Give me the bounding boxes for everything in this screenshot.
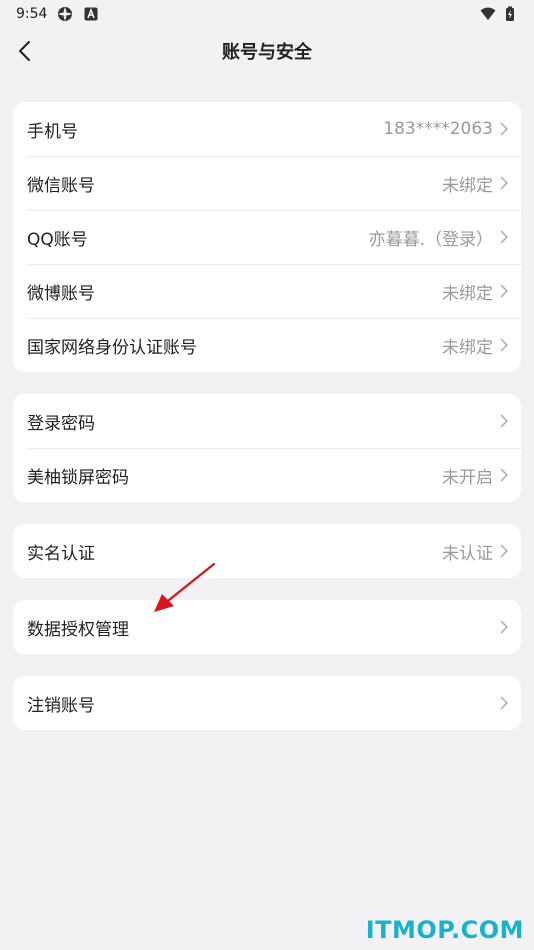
row-label: 微博账号 — [27, 283, 95, 304]
data-auth-card: 数据授权管理 — [13, 600, 521, 654]
status-bar: 9:54 — [0, 0, 534, 28]
password-card: 登录密码 美柚锁屏密码 未开启 — [13, 394, 521, 502]
accounts-card: 手机号 183****2063 微信账号 未绑定 QQ账号 亦暮暮.（登录） 微… — [13, 102, 521, 372]
realname-card: 实名认证 未认证 — [13, 524, 521, 578]
row-login-password[interactable]: 登录密码 — [13, 394, 521, 448]
cancel-account-card: 注销账号 — [13, 676, 521, 730]
row-label: QQ账号 — [27, 229, 88, 250]
row-national-id[interactable]: 国家网络身份认证账号 未绑定 — [13, 318, 521, 372]
page-title: 账号与安全 — [222, 42, 312, 63]
wifi-icon — [480, 7, 496, 20]
row-cancel-account[interactable]: 注销账号 — [13, 676, 521, 730]
row-weibo[interactable]: 微博账号 未绑定 — [13, 264, 521, 318]
row-wechat[interactable]: 微信账号 未绑定 — [13, 156, 521, 210]
row-label: 登录密码 — [27, 413, 95, 434]
battery-icon — [506, 6, 514, 21]
row-label: 注销账号 — [27, 695, 95, 716]
row-value: 未开启 — [442, 467, 493, 488]
row-label: 手机号 — [27, 121, 78, 142]
row-label: 美柚锁屏密码 — [27, 467, 129, 488]
row-realname[interactable]: 实名认证 未认证 — [13, 524, 521, 578]
status-time: 9:54 — [16, 6, 48, 22]
screen: 9:54 账号与安全 手机号 183****2063 微信账号 未绑定 QQ账号… — [0, 0, 534, 950]
font-a-icon — [84, 7, 98, 21]
chevron-left-icon — [19, 41, 30, 61]
back-button[interactable] — [10, 36, 40, 66]
row-value: 未绑定 — [442, 175, 493, 196]
watermark: ITMOP.COM — [365, 916, 524, 944]
row-value: 亦暮暮.（登录） — [368, 229, 493, 250]
chevron-right-icon — [500, 122, 509, 136]
chevron-right-icon — [500, 696, 509, 710]
row-data-authorization[interactable]: 数据授权管理 — [13, 600, 521, 654]
row-value: 未绑定 — [442, 283, 493, 304]
row-qq[interactable]: QQ账号 亦暮暮.（登录） — [13, 210, 521, 264]
wheel-icon — [58, 7, 73, 21]
header: 账号与安全 — [0, 28, 534, 74]
row-label: 数据授权管理 — [27, 619, 129, 640]
row-value: 未认证 — [442, 543, 493, 564]
chevron-right-icon — [500, 468, 509, 482]
chevron-right-icon — [500, 338, 509, 352]
chevron-right-icon — [500, 176, 509, 190]
chevron-right-icon — [500, 620, 509, 634]
chevron-right-icon — [500, 284, 509, 298]
chevron-right-icon — [500, 544, 509, 558]
chevron-right-icon — [500, 414, 509, 428]
row-label: 国家网络身份认证账号 — [27, 337, 197, 358]
row-value: 183****2063 — [383, 119, 493, 139]
row-label: 实名认证 — [27, 543, 95, 564]
row-label: 微信账号 — [27, 175, 95, 196]
annotation-arrow-icon — [154, 562, 216, 612]
row-lock-password[interactable]: 美柚锁屏密码 未开启 — [13, 448, 521, 502]
row-value: 未绑定 — [442, 337, 493, 358]
row-phone[interactable]: 手机号 183****2063 — [13, 102, 521, 156]
chevron-right-icon — [500, 230, 509, 244]
